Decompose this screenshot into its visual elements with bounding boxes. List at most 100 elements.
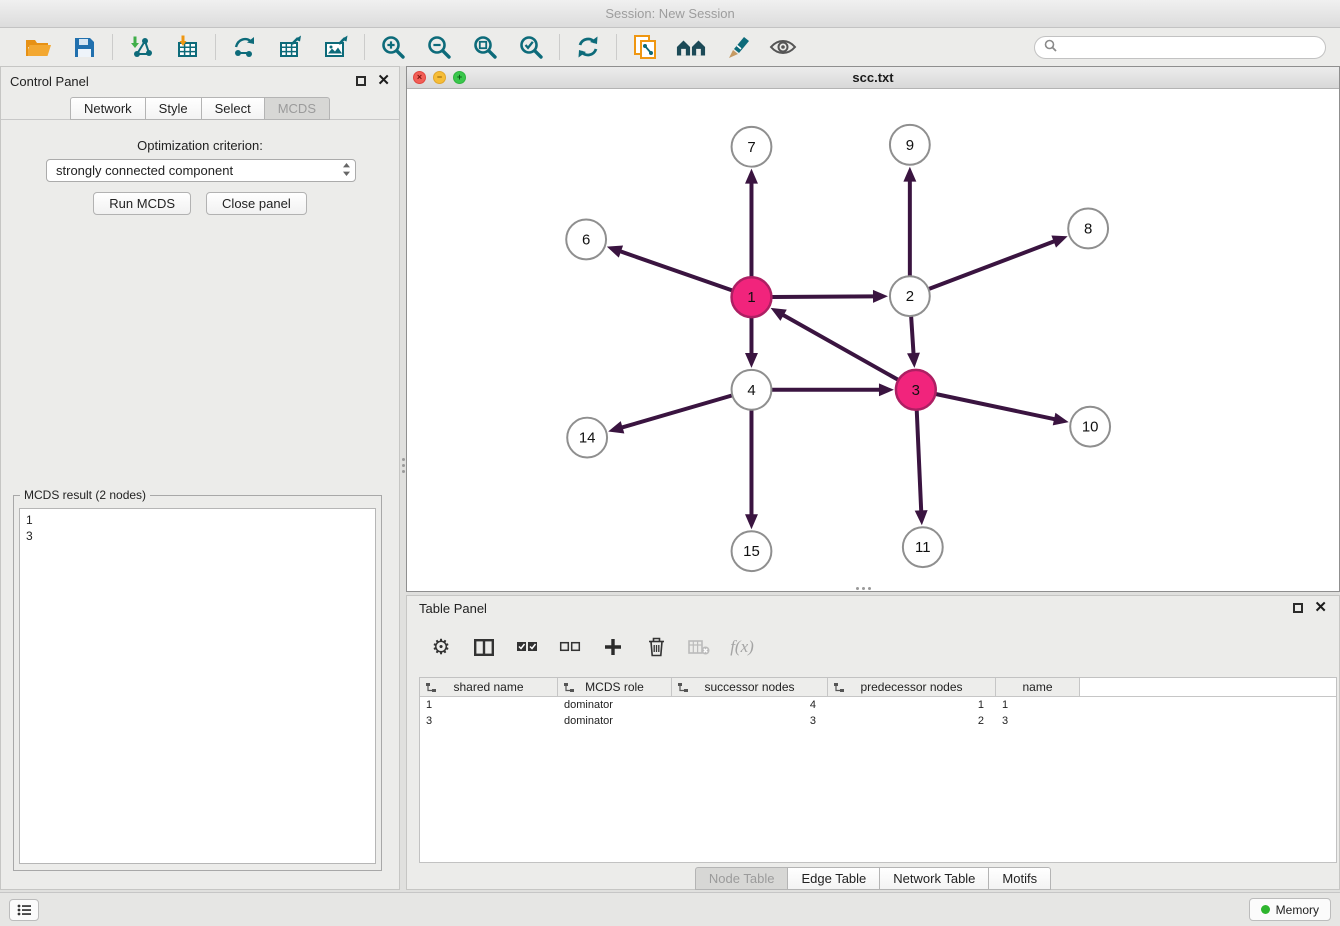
horizontal-splitter-handle[interactable] (856, 586, 871, 590)
column-label: successor nodes (704, 680, 794, 694)
memory-button[interactable]: Memory (1249, 898, 1331, 921)
graph-node-2[interactable]: 2 (890, 276, 930, 316)
graph-node-4[interactable]: 4 (732, 370, 772, 410)
tab-network[interactable]: Network (70, 97, 146, 120)
home-networks-icon[interactable] (676, 32, 706, 62)
tab-mcds[interactable]: MCDS (265, 97, 330, 120)
new-network-from-selection-icon[interactable] (630, 32, 660, 62)
zoom-out-icon[interactable] (424, 32, 454, 62)
cell-shared-name[interactable]: 1 (420, 697, 558, 713)
tab-network-table[interactable]: Network Table (880, 867, 989, 890)
float-table-panel-icon[interactable] (1293, 603, 1303, 613)
tab-motifs[interactable]: Motifs (989, 867, 1051, 890)
table-settings-gear-icon[interactable]: ⚙ (429, 634, 453, 660)
mcds-result-group: MCDS result (2 nodes) 1 3 (13, 495, 382, 871)
graph-node-11[interactable]: 11 (903, 527, 943, 567)
minimize-window-icon[interactable]: − (433, 71, 446, 84)
graph-node-8[interactable]: 8 (1068, 209, 1108, 249)
export-image-icon[interactable] (321, 32, 351, 62)
toggle-visibility-eye-icon[interactable] (768, 32, 798, 62)
graph-edge-1-6[interactable] (607, 245, 732, 290)
open-session-icon[interactable] (23, 32, 53, 62)
column-header-mcds-role[interactable]: MCDS role (558, 678, 672, 697)
network-graph[interactable]: 7 9 6 8 1 2 4 3 14 10 15 11 (407, 89, 1339, 591)
svg-text:15: 15 (743, 543, 760, 560)
search-input[interactable] (1063, 40, 1316, 55)
graph-edge-2-3[interactable] (907, 317, 920, 368)
graph-edge-3-11[interactable] (915, 411, 928, 526)
save-session-icon[interactable] (69, 32, 99, 62)
column-header-predecessor-nodes[interactable]: predecessor nodes (828, 678, 996, 697)
cell-shared-name[interactable]: 3 (420, 713, 558, 729)
graph-edge-1-4[interactable] (745, 318, 758, 368)
import-network-icon[interactable] (126, 32, 156, 62)
zoom-selected-icon[interactable] (516, 32, 546, 62)
graph-node-6[interactable]: 6 (566, 219, 606, 259)
zoom-in-icon[interactable] (378, 32, 408, 62)
table-row[interactable]: 1 dominator 4 1 1 (420, 697, 1336, 713)
apply-style-icon[interactable] (722, 32, 752, 62)
graph-edge-1-7[interactable] (745, 169, 758, 277)
graph-node-14[interactable]: 14 (567, 418, 607, 458)
task-history-button[interactable] (9, 899, 39, 921)
column-header-shared-name[interactable]: shared name (420, 678, 558, 697)
close-window-icon[interactable]: × (413, 71, 426, 84)
maximize-window-icon[interactable]: + (453, 71, 466, 84)
deselect-all-columns-icon[interactable] (558, 634, 582, 660)
graph-node-3[interactable]: 3 (896, 370, 936, 410)
graph-node-10[interactable]: 10 (1070, 407, 1110, 447)
global-search-field[interactable] (1034, 36, 1326, 59)
column-header-filler (1080, 678, 1336, 697)
zoom-fit-icon[interactable] (470, 32, 500, 62)
graph-edge-1-2[interactable] (772, 290, 888, 303)
tab-edge-table[interactable]: Edge Table (788, 867, 880, 890)
tab-node-table[interactable]: Node Table (695, 867, 789, 890)
cell-successor-nodes[interactable]: 3 (672, 713, 828, 729)
column-header-successor-nodes[interactable]: successor nodes (672, 678, 828, 697)
network-canvas[interactable]: 7 9 6 8 1 2 4 3 14 10 15 11 (407, 89, 1339, 591)
graph-node-9[interactable]: 9 (890, 125, 930, 165)
mcds-result-textarea[interactable]: 1 3 (19, 508, 376, 864)
memory-status-dot-icon (1261, 905, 1270, 914)
cell-predecessor-nodes[interactable]: 1 (828, 697, 996, 713)
refresh-icon[interactable] (573, 32, 603, 62)
graph-edge-4-14[interactable] (608, 396, 731, 434)
vertical-splitter-handle[interactable] (401, 458, 405, 473)
cell-successor-nodes[interactable]: 4 (672, 697, 828, 713)
show-columns-icon[interactable] (472, 634, 496, 660)
close-panel-icon[interactable]: ✕ (377, 76, 390, 86)
tab-style[interactable]: Style (146, 97, 202, 120)
cell-predecessor-nodes[interactable]: 2 (828, 713, 996, 729)
export-network-icon[interactable] (229, 32, 259, 62)
column-label: MCDS role (585, 680, 644, 694)
cell-mcds-role[interactable]: dominator (558, 713, 672, 729)
result-line: 1 (26, 513, 33, 527)
float-panel-icon[interactable] (356, 76, 366, 86)
tab-select[interactable]: Select (202, 97, 265, 120)
cell-name[interactable]: 3 (996, 713, 1080, 729)
graph-edge-4-15[interactable] (745, 411, 758, 530)
graph-edge-2-9[interactable] (903, 167, 916, 276)
import-table-icon[interactable] (172, 32, 202, 62)
graph-edge-3-10[interactable] (936, 394, 1068, 425)
select-all-columns-icon[interactable] (515, 634, 539, 660)
control-panel-title: Control Panel (10, 74, 89, 89)
cell-mcds-role[interactable]: dominator (558, 697, 672, 713)
close-table-panel-icon[interactable]: ✕ (1314, 603, 1327, 613)
graph-edge-3-1[interactable] (771, 308, 898, 380)
table-row[interactable]: 3 dominator 3 2 3 (420, 713, 1336, 729)
cell-name[interactable]: 1 (996, 697, 1080, 713)
run-mcds-button[interactable]: Run MCDS (93, 192, 191, 215)
column-header-name[interactable]: name (996, 678, 1080, 697)
add-column-icon[interactable] (601, 634, 625, 660)
graph-node-7[interactable]: 7 (732, 127, 772, 167)
delete-row-trash-icon[interactable] (644, 634, 668, 660)
graph-node-1[interactable]: 1 (732, 277, 772, 317)
graph-edge-4-3[interactable] (772, 383, 894, 396)
graph-node-15[interactable]: 15 (732, 531, 772, 571)
graph-edge-2-8[interactable] (929, 235, 1067, 288)
close-panel-button[interactable]: Close panel (206, 192, 307, 215)
optimization-criterion-dropdown[interactable]: strongly connected component (46, 159, 356, 182)
export-table-icon[interactable] (275, 32, 305, 62)
optimization-criterion-label: Optimization criterion: (1, 138, 399, 153)
